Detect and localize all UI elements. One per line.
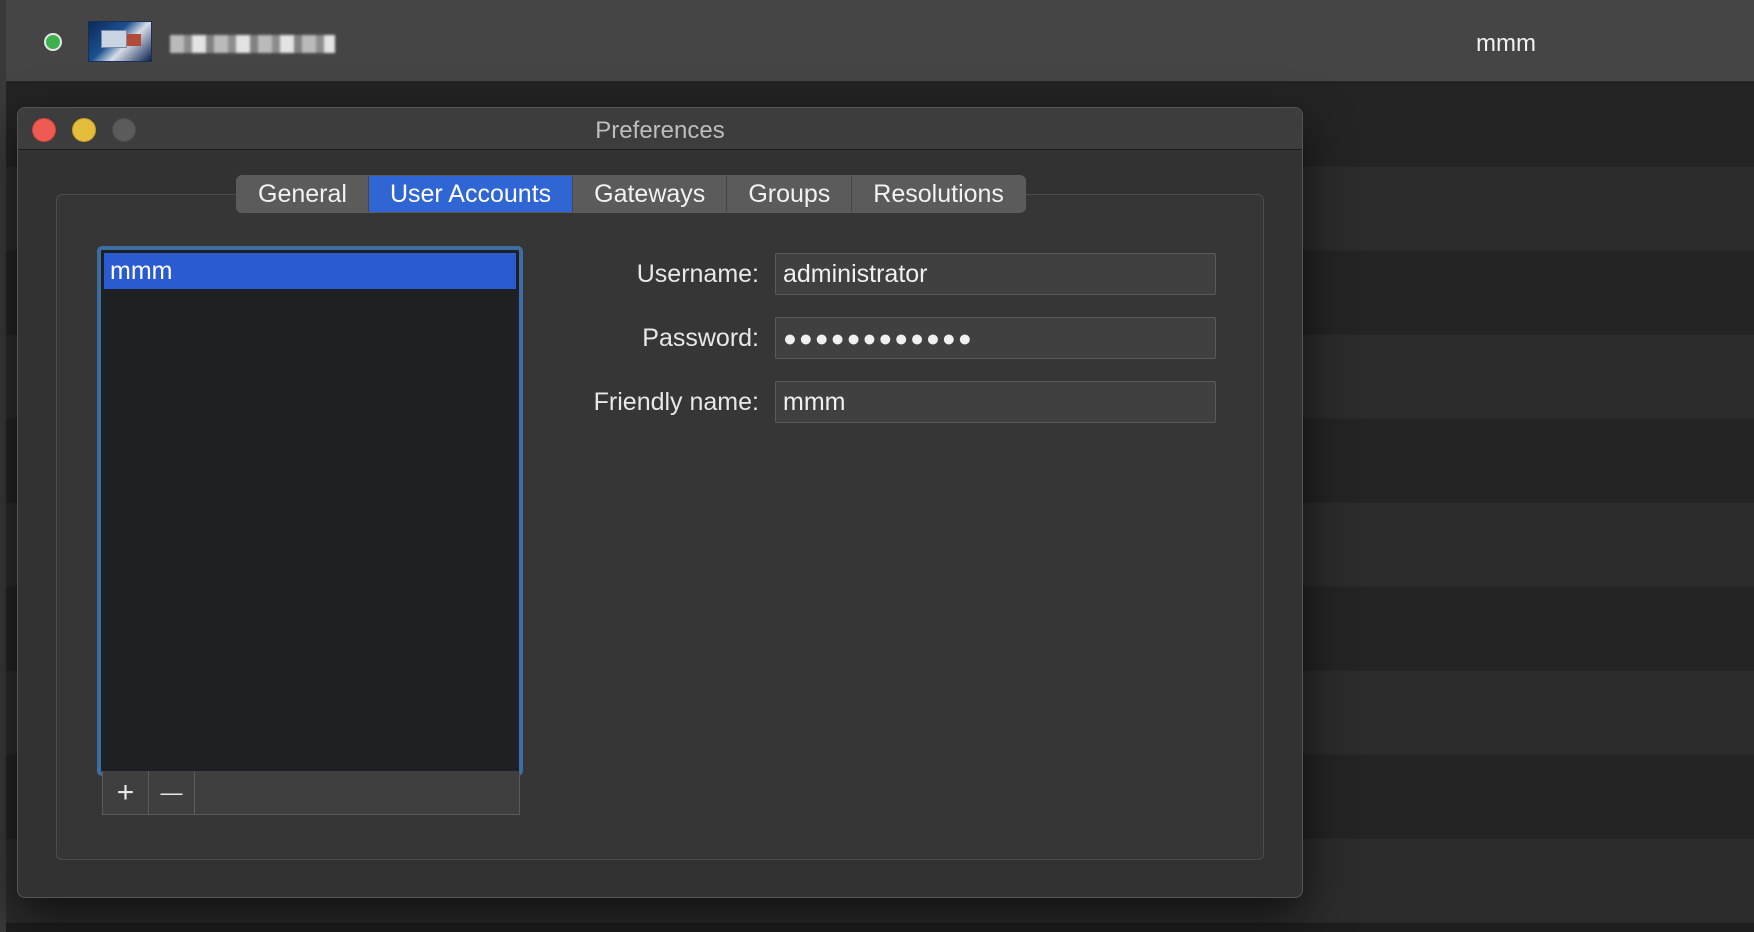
friendly-name-label: Friendly name: bbox=[593, 387, 759, 416]
connection-status-icon bbox=[44, 33, 62, 51]
friendly-name-field[interactable]: mmm bbox=[775, 381, 1216, 423]
username-label: Username: bbox=[636, 259, 759, 288]
title-bar[interactable]: Preferences bbox=[18, 108, 1302, 150]
username-field[interactable]: administrator bbox=[775, 253, 1216, 295]
window-title: Preferences bbox=[595, 117, 725, 144]
password-field[interactable]: ●●●●●●●●●●●● bbox=[775, 317, 1216, 359]
tab-groups[interactable]: Groups bbox=[727, 176, 853, 212]
tab-resolutions[interactable]: Resolutions bbox=[852, 176, 1025, 212]
preferences-window: Preferences General User Accounts Gatewa… bbox=[17, 107, 1303, 898]
password-label: Password: bbox=[642, 323, 759, 352]
session-header[interactable]: mmm bbox=[6, 0, 1754, 82]
tab-user-accounts[interactable]: User Accounts bbox=[368, 176, 574, 212]
remove-user-button[interactable]: — bbox=[149, 771, 195, 814]
list-item[interactable]: mmm bbox=[104, 253, 516, 289]
tab-gateways[interactable]: Gateways bbox=[573, 176, 728, 212]
host-address-redacted bbox=[170, 35, 335, 53]
session-name: mmm bbox=[1476, 30, 1536, 57]
username-row: Username: administrator bbox=[498, 253, 1216, 295]
password-row: Password: ●●●●●●●●●●●● bbox=[498, 317, 1216, 359]
friendly-name-row: Friendly name: mmm bbox=[498, 381, 1216, 423]
user-accounts-list[interactable]: mmm bbox=[97, 246, 523, 776]
session-thumbnail[interactable] bbox=[88, 21, 152, 62]
list-toolbar: + — bbox=[102, 771, 520, 815]
preferences-tabs: General User Accounts Gateways Groups Re… bbox=[236, 175, 1026, 213]
tab-general[interactable]: General bbox=[237, 176, 369, 212]
add-user-button[interactable]: + bbox=[103, 771, 149, 814]
plus-icon: + bbox=[116, 775, 135, 809]
minus-icon: — bbox=[160, 779, 183, 805]
